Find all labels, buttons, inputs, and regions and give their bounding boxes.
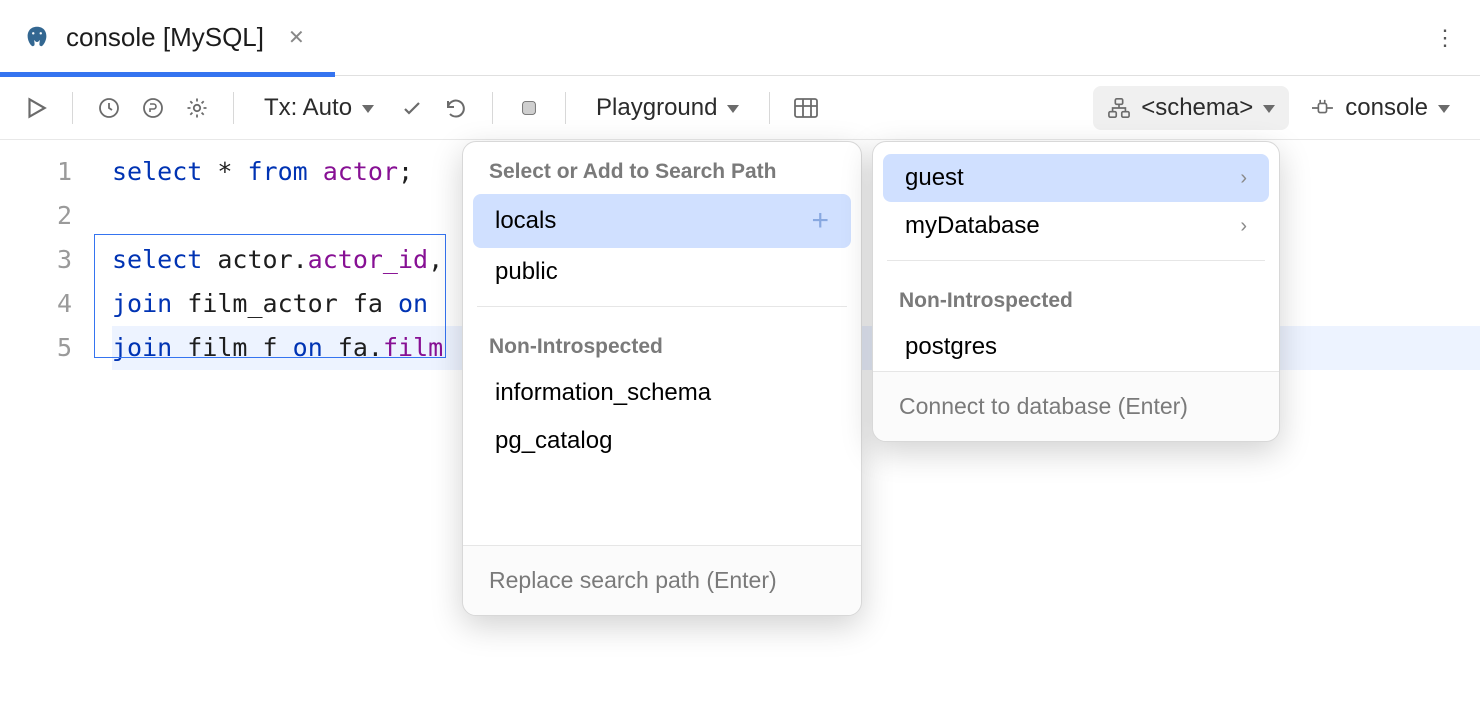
run-button[interactable] [18, 90, 54, 126]
add-icon[interactable]: + [811, 204, 829, 238]
query-toolbar: Tx: Auto Playground [0, 76, 1480, 140]
divider [887, 260, 1265, 261]
separator [72, 92, 73, 124]
separator [492, 92, 493, 124]
schema-icon [1107, 97, 1131, 119]
popup-section-heading: Non-Introspected [463, 317, 861, 369]
editor-tab[interactable]: console [MySQL] ✕ [0, 0, 335, 76]
history-icon[interactable] [91, 90, 127, 126]
active-tab-indicator [0, 72, 335, 77]
settings-icon[interactable] [179, 90, 215, 126]
chevron-right-icon: › [1240, 167, 1247, 190]
schema-selector-dropdown[interactable]: <schema> [1093, 86, 1289, 130]
popup-footer-hint: Replace search path (Enter) [463, 545, 861, 615]
schema-item[interactable]: information_schema [473, 369, 851, 417]
rollback-icon[interactable] [438, 90, 474, 126]
popup-footer-hint: Connect to database (Enter) [873, 371, 1279, 441]
tx-mode-dropdown[interactable]: Tx: Auto [252, 88, 386, 128]
separator [233, 92, 234, 124]
stop-icon[interactable] [511, 90, 547, 126]
tab-overflow-menu-icon[interactable]: ⋮ [1410, 25, 1480, 51]
line-number-gutter: 1 2 3 4 5 [0, 140, 96, 723]
database-item[interactable]: myDatabase › [883, 202, 1269, 250]
divider [477, 306, 847, 307]
postgres-elephant-icon [22, 23, 52, 53]
database-item[interactable]: guest › [883, 154, 1269, 202]
plug-icon [1309, 98, 1335, 118]
caret-down-icon [1438, 105, 1450, 113]
separator [565, 92, 566, 124]
caret-down-icon [727, 105, 739, 113]
caret-down-icon [1263, 105, 1275, 113]
database-popup: guest › myDatabase › Non-Introspected po… [872, 141, 1280, 442]
editor-tabbar: console [MySQL] ✕ ⋮ [0, 0, 1480, 76]
schema-item[interactable]: public [473, 248, 851, 296]
popup-section-heading: Select or Add to Search Path [463, 142, 861, 194]
playground-dropdown[interactable]: Playground [584, 88, 751, 128]
schema-item[interactable]: pg_catalog [473, 417, 851, 465]
table-view-icon[interactable] [788, 90, 824, 126]
session-selector-dropdown[interactable]: console [1297, 88, 1462, 128]
chevron-right-icon: › [1240, 215, 1247, 238]
separator [769, 92, 770, 124]
commit-icon[interactable] [394, 90, 430, 126]
tab-title: console [MySQL] [66, 22, 264, 53]
caret-down-icon [362, 105, 374, 113]
schema-item[interactable]: locals + [473, 194, 851, 248]
param-icon[interactable] [135, 90, 171, 126]
popup-section-heading: Non-Introspected [873, 271, 1279, 323]
database-item[interactable]: postgres [883, 323, 1269, 371]
schema-popup: Select or Add to Search Path locals + pu… [462, 141, 862, 616]
close-tab-icon[interactable]: ✕ [288, 25, 305, 50]
